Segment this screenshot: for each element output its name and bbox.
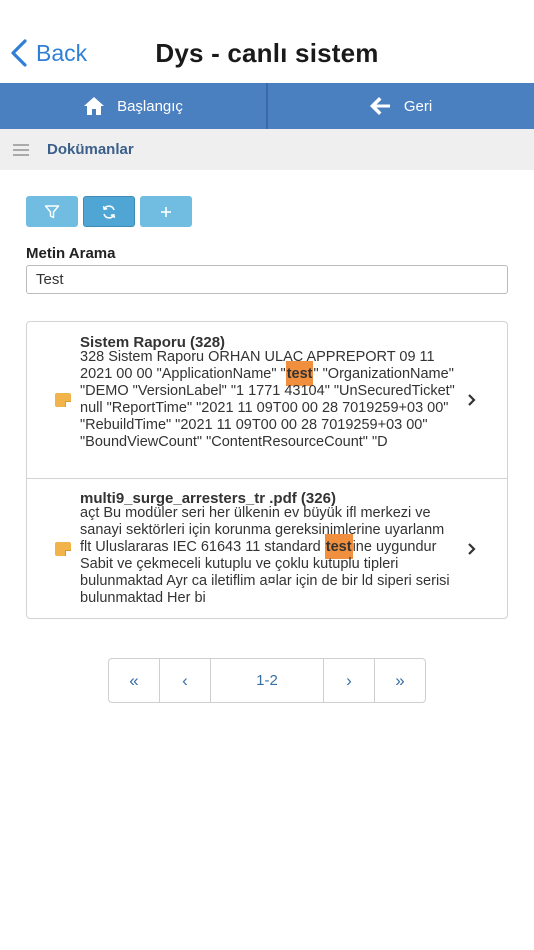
pagination: « ‹ 1-2 › »: [108, 658, 426, 703]
last-page-button[interactable]: »: [375, 659, 425, 702]
next-page-button[interactable]: ›: [324, 659, 375, 702]
list-item[interactable]: Sistem Raporu (328) 328 Sistem Raporu OR…: [27, 322, 507, 479]
page-title: Dys - canlı sistem: [155, 38, 379, 68]
result-snippet: 328 Sistem Raporu ORHAN ULAÇ APPREPORT 0…: [80, 349, 455, 450]
chevron-right-icon: [468, 543, 476, 555]
main-toolbar: Başlangıç Geri: [0, 83, 534, 129]
section-title: Dokümanlar: [47, 141, 134, 158]
arrow-left-icon: [369, 97, 390, 115]
prev-page-button[interactable]: ‹: [160, 659, 211, 702]
results-list: Sistem Raporu (328) 328 Sistem Raporu OR…: [26, 321, 508, 619]
home-label: Başlangıç: [117, 97, 183, 115]
document-icon: [55, 393, 71, 407]
plus-icon: [161, 206, 171, 217]
hamburger-icon[interactable]: [13, 141, 29, 159]
add-button[interactable]: [140, 196, 192, 227]
top-nav-bar: Back Dys - canlı sistem: [0, 0, 534, 83]
page-info: 1-2: [211, 659, 324, 702]
chevron-right-icon: [468, 394, 476, 406]
list-item[interactable]: multi9_surge_arresters_tr .pdf (326) açt…: [27, 479, 507, 618]
search-label: Metin Arama: [26, 245, 116, 262]
search-input[interactable]: [26, 265, 508, 294]
filter-button[interactable]: [26, 196, 78, 227]
first-page-button[interactable]: «: [109, 659, 160, 702]
document-icon: [55, 542, 71, 556]
action-buttons: [26, 196, 192, 227]
refresh-button[interactable]: [83, 196, 135, 227]
breadcrumb: Dokümanlar: [0, 129, 534, 170]
filter-icon: [44, 204, 60, 218]
home-icon: [84, 97, 105, 115]
toolbar-back-label: Geri: [403, 97, 433, 115]
result-snippet: açt Bu modüler seri her ülkenin ev büyük…: [80, 505, 450, 606]
home-button[interactable]: Başlangıç: [0, 83, 266, 129]
toolbar-back-button[interactable]: Geri: [268, 83, 534, 129]
refresh-icon: [102, 204, 116, 219]
